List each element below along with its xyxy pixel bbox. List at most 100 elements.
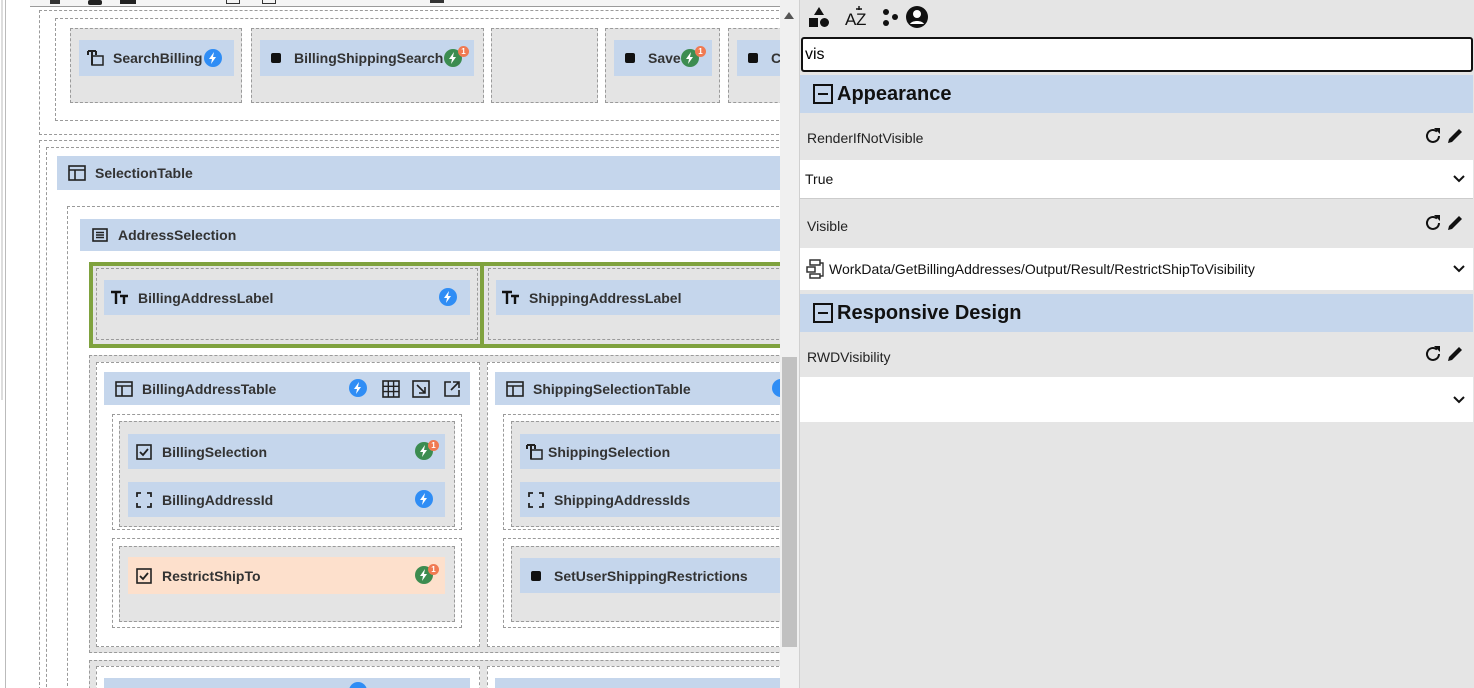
hidden-field-icon [526, 490, 546, 510]
billing-address-table-header-2[interactable] [104, 678, 470, 688]
address-selection-header[interactable]: AddressSelection [80, 219, 780, 251]
control-label: BillingSelection [162, 443, 268, 460]
empty-slot[interactable] [491, 28, 598, 103]
property-value: True [805, 171, 834, 187]
control-label: BillingShippingSearch [294, 50, 444, 66]
table-icon [114, 379, 134, 399]
property-label: RenderIfNotVisible [807, 130, 924, 146]
control-label: Save [648, 50, 681, 66]
visible-value-field[interactable]: WorkData/GetBillingAddresses/Output/Resu… [800, 248, 1473, 290]
chevron-down-icon[interactable] [1453, 263, 1465, 275]
save-control[interactable]: Save 1 [614, 40, 712, 76]
text-size-icon [501, 288, 521, 308]
rwd-visibility-select[interactable] [800, 377, 1473, 422]
checkbox-icon [134, 566, 154, 586]
render-if-not-visible-select[interactable]: True [800, 160, 1473, 199]
restrict-ship-to-control[interactable]: RestrictShipTo 1 [128, 557, 445, 594]
set-user-shipping-restrictions-control[interactable]: SetUserShippingRestrictions [520, 558, 780, 593]
data-tree-icon [805, 259, 825, 279]
control-label: ShippingAddressIds [554, 491, 691, 508]
control-label: SearchBilling [113, 50, 203, 66]
line-icon [430, 0, 444, 3]
shapes-icon[interactable] [807, 5, 831, 29]
lightning-icon [415, 490, 433, 508]
control-label: BillingAddressLabel [138, 289, 274, 306]
responsive-design-section-header[interactable]: Responsive Design [800, 294, 1473, 332]
box-icon [226, 0, 240, 4]
open-external-icon[interactable] [442, 379, 462, 399]
appearance-section-header[interactable]: Appearance [800, 75, 1473, 113]
lightning-icon [349, 682, 367, 688]
text-field-icon [85, 48, 105, 68]
error-badge: 1 [428, 564, 439, 575]
billing-shipping-search-control[interactable]: BillingShippingSearch 1 [260, 40, 474, 76]
collapse-icon[interactable] [813, 84, 833, 104]
selection-table-header[interactable]: SelectionTable [57, 156, 780, 190]
chevron-down-icon[interactable] [1453, 394, 1465, 406]
control-label: SelectionTable [95, 165, 193, 181]
stop-icon [120, 0, 136, 4]
section-title: Appearance [837, 82, 952, 105]
control-label: C [771, 50, 780, 66]
stop-icon [266, 48, 286, 68]
edit-icon[interactable] [1445, 344, 1465, 364]
list-icon [90, 225, 110, 245]
stop-icon [743, 48, 763, 68]
stop-icon [50, 0, 60, 4]
grid-icon[interactable] [381, 379, 401, 399]
visible-row: Visible [800, 204, 1473, 248]
shipping-selection-table-header-2[interactable] [495, 678, 780, 688]
billing-address-id-control[interactable]: BillingAddressId [128, 482, 445, 517]
collapse-icon[interactable] [813, 303, 833, 323]
canvas-left-border [5, 0, 6, 688]
billing-address-table-header[interactable]: BillingAddressTable [104, 372, 470, 405]
cancel-control[interactable]: C [737, 40, 780, 76]
control-label: AddressSelection [118, 227, 237, 243]
table-icon [505, 379, 525, 399]
control-label: ShippingSelection [548, 443, 671, 460]
account-icon[interactable] [905, 5, 929, 29]
property-label: Visible [807, 218, 848, 234]
property-label: RWDVisibility [807, 349, 891, 365]
render-if-not-visible-row: RenderIfNotVisible [800, 116, 1473, 160]
control-label: ShippingSelectionTable [533, 380, 691, 397]
property-search-input[interactable] [801, 37, 1473, 72]
rwd-visibility-row: RWDVisibility [800, 335, 1473, 379]
chevron-down-icon[interactable] [1453, 173, 1465, 185]
edit-icon[interactable] [1445, 213, 1465, 233]
billing-address-label-control[interactable]: BillingAddressLabel [104, 280, 470, 315]
control-label: BillingAddressId [162, 491, 274, 508]
refresh-icon[interactable] [1423, 126, 1443, 146]
edit-icon[interactable] [1445, 126, 1465, 146]
section-title: Responsive Design [837, 301, 1022, 324]
stop-icon [88, 0, 102, 5]
scrollbar-thumb[interactable] [782, 357, 797, 647]
shipping-address-ids-control[interactable]: ShippingAddressIds [520, 482, 780, 517]
billing-selection-control[interactable]: BillingSelection 1 [128, 434, 445, 469]
divider [480, 266, 484, 344]
error-badge: 1 [428, 440, 439, 451]
scroll-up-icon[interactable] [784, 12, 794, 19]
top-toolbar-strip [30, 0, 780, 7]
designer-canvas[interactable]: SearchBilling BillingShippingSearch 1 Sa… [0, 0, 780, 688]
shipping-address-label-control[interactable]: ShippingAddressLabel [496, 280, 780, 315]
refresh-icon[interactable] [1423, 213, 1443, 233]
text-field-icon [524, 442, 544, 462]
control-label: BillingAddressTable [142, 380, 277, 397]
resize-icon[interactable] [411, 379, 431, 399]
dots-icon[interactable] [878, 5, 902, 29]
checkbox-icon [134, 442, 154, 462]
refresh-icon[interactable] [1423, 344, 1443, 364]
stop-icon [526, 566, 546, 586]
box-icon [262, 0, 276, 4]
control-label: RestrictShipTo [162, 567, 261, 584]
search-billing-control[interactable]: SearchBilling [79, 40, 234, 76]
sort-az-icon[interactable]: AZ [845, 5, 869, 29]
shipping-selection-table-header[interactable]: ShippingSelectionTable [495, 372, 780, 405]
lightning-icon [772, 379, 780, 397]
hidden-field-icon [134, 490, 154, 510]
control-label: SetUserShippingRestrictions [554, 567, 748, 584]
control-label: ShippingAddressLabel [529, 289, 682, 306]
shipping-selection-control[interactable]: ShippingSelection [520, 434, 780, 469]
stop-icon [620, 48, 640, 68]
